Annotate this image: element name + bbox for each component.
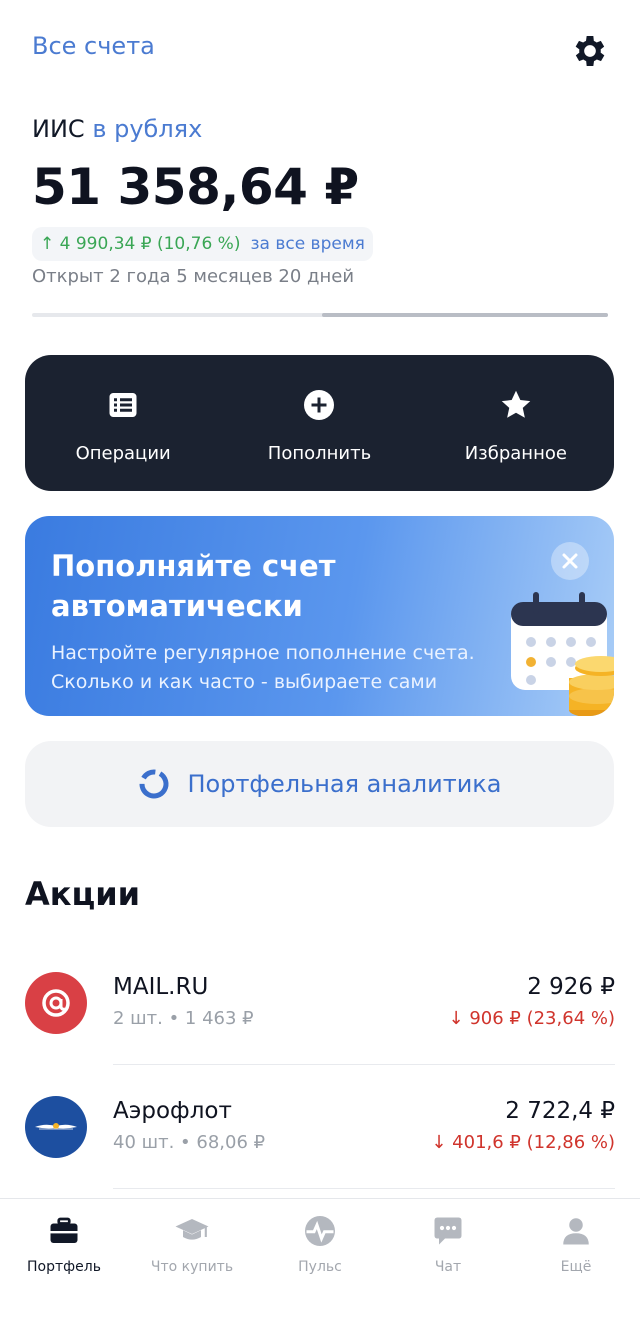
stock-name: MAIL.RU — [113, 974, 209, 1000]
mailru-logo-icon — [25, 972, 87, 1034]
tab-label: Что купить — [150, 1259, 234, 1275]
quick-actions-panel: Операции Пополнить Избранное — [25, 355, 614, 491]
stock-name: Аэрофлот — [113, 1098, 232, 1124]
stock-row-mailru[interactable]: MAIL.RU 2 шт. • 1 463 ₽ 2 926 ₽ ↓ 906 ₽ … — [25, 972, 615, 1052]
list-icon — [109, 393, 137, 417]
graduation-cap-icon — [175, 1219, 209, 1240]
close-icon[interactable] — [551, 542, 589, 580]
pulse-icon — [305, 1216, 335, 1246]
operations-label: Операции — [75, 443, 171, 464]
row-divider — [113, 1188, 615, 1189]
bottom-tab-bar: Портфель Что купить Пульс Чат Ещё — [0, 1198, 640, 1328]
favorites-button[interactable]: Избранное — [418, 355, 614, 491]
tab-label: Чат — [434, 1259, 462, 1275]
stock-change: ↓ 906 ₽ (23,64 %) — [448, 1008, 615, 1029]
stock-value: 2 722,4 ₽ — [505, 1098, 615, 1124]
portfolio-analytics-button[interactable]: Портфельная аналитика — [25, 741, 614, 827]
profit-badge[interactable]: ↑ 4 990,34 ₽ (10,76 %) за все время — [32, 227, 373, 261]
tab-label: Портфель — [27, 1259, 101, 1275]
tab-what-to-buy[interactable]: Что купить — [128, 1199, 256, 1328]
currency-selector[interactable]: в рублях — [92, 115, 202, 143]
star-icon — [501, 390, 531, 418]
operations-button[interactable]: Операции — [25, 355, 221, 491]
top-up-label: Пополнить — [267, 443, 372, 464]
promo-title: Пополняйте счет автоматически — [51, 549, 336, 623]
account-opened-text: Открыт 2 года 5 месяцев 20 дней — [32, 266, 355, 287]
tab-label: Пульс — [298, 1259, 342, 1275]
tab-label: Ещё — [560, 1259, 592, 1275]
favorites-label: Избранное — [464, 443, 567, 464]
stock-row-aeroflot[interactable]: Аэрофлот 40 шт. • 68,06 ₽ 2 722,4 ₽ ↓ 40… — [25, 1096, 615, 1176]
account-type: ИИС — [32, 115, 85, 143]
plus-circle-icon — [304, 390, 335, 420]
profit-period[interactable]: за все время — [250, 234, 364, 254]
stock-quantity: 2 шт. • 1 463 ₽ — [113, 1008, 254, 1029]
aeroflot-logo-icon — [25, 1096, 87, 1158]
profit-value: ↑ 4 990,34 ₽ (10,76 %) — [40, 234, 241, 254]
tab-chat[interactable]: Чат — [384, 1199, 512, 1328]
tab-more[interactable]: Ещё — [512, 1199, 640, 1328]
account-name[interactable]: ИИС в рублях — [32, 115, 202, 143]
tab-pulse[interactable]: Пульс — [256, 1199, 384, 1328]
stock-value: 2 926 ₽ — [527, 974, 615, 1000]
tab-portfolio[interactable]: Портфель — [0, 1199, 128, 1328]
account-balance: 51 358,64 ₽ — [32, 158, 359, 216]
stocks-section-title: Акции — [25, 875, 141, 913]
chat-icon — [434, 1217, 462, 1245]
row-divider — [113, 1064, 615, 1065]
page-indicator — [32, 313, 608, 317]
autopay-promo-banner[interactable]: Пополняйте счет автоматически Настройте … — [25, 516, 614, 716]
calendar-coins-icon — [505, 586, 614, 716]
top-up-button[interactable]: Пополнить — [221, 355, 417, 491]
promo-text: Настройте регулярное пополнение счета. С… — [51, 642, 475, 693]
stock-quantity: 40 шт. • 68,06 ₽ — [113, 1132, 266, 1153]
user-icon — [563, 1218, 589, 1245]
page-indicator-active — [322, 313, 608, 317]
portfolio-analytics-label: Портфельная аналитика — [187, 770, 502, 798]
stock-change: ↓ 401,6 ₽ (12,86 %) — [431, 1132, 615, 1153]
donut-chart-icon — [139, 769, 169, 799]
gear-icon[interactable] — [570, 31, 610, 71]
briefcase-icon — [50, 1217, 78, 1243]
all-accounts-link[interactable]: Все счета — [32, 32, 155, 60]
